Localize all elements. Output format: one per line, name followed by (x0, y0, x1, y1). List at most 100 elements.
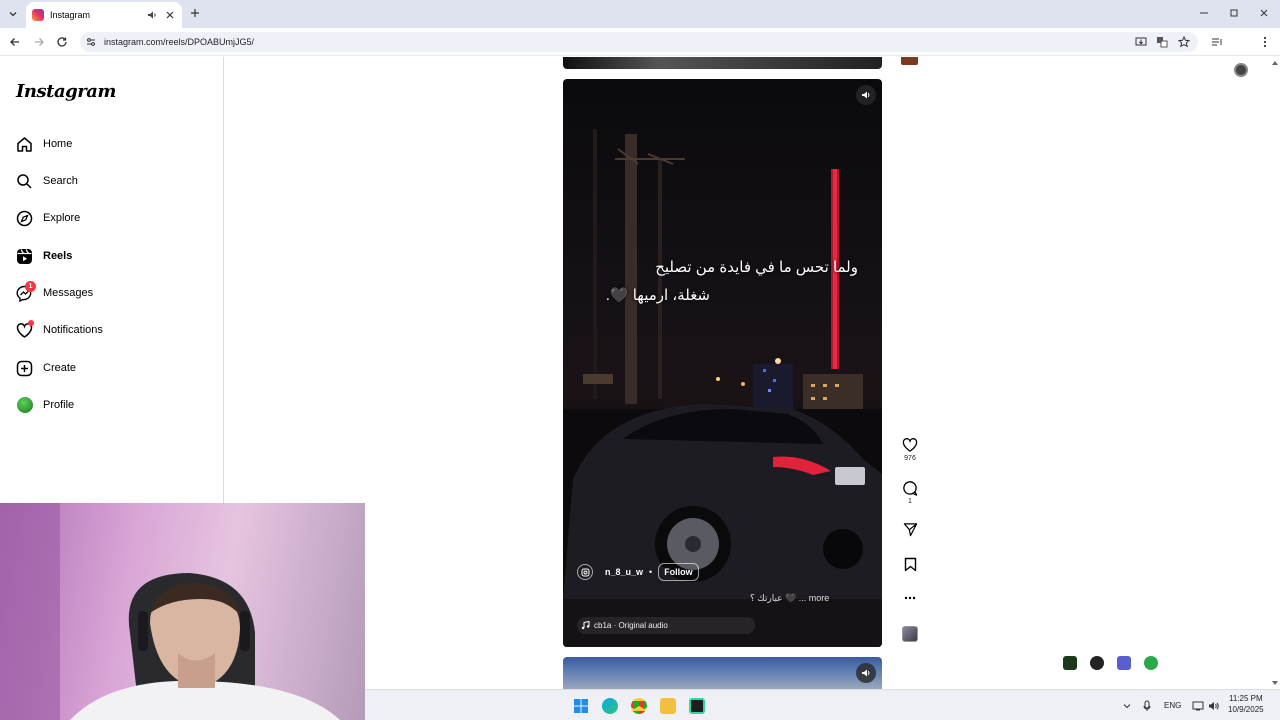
next-reel-volume-icon[interactable] (856, 663, 876, 683)
sidebar-item-label: Notifications (43, 324, 103, 336)
save-action[interactable] (900, 557, 920, 572)
microphone-icon[interactable] (1139, 698, 1155, 714)
sidebar-item-label: Reels (43, 250, 73, 262)
restore-icon[interactable] (1224, 4, 1244, 22)
instagram-logo[interactable]: Instagram (16, 81, 116, 102)
instagram-sidebar: Instagram Home Search Explore Reels 1 Me… (0, 57, 224, 503)
speaker-icon[interactable] (146, 9, 158, 21)
new-tab-icon[interactable] (188, 6, 202, 20)
messenger-icon: 1 (16, 280, 36, 302)
edge-browser-icon[interactable] (602, 698, 618, 714)
audio-label: cb1a · Original audio (594, 621, 668, 630)
close-window-icon[interactable] (1254, 4, 1274, 22)
sidebar-item-label: Messages (43, 287, 94, 299)
more-options-action[interactable] (900, 596, 920, 600)
more-dots-icon[interactable] (904, 596, 916, 600)
webcam-overlay (0, 503, 365, 720)
app-taskbar-icon[interactable] (689, 698, 705, 714)
back-icon[interactable] (8, 35, 22, 49)
owner-username[interactable]: n_8_u_w (605, 567, 643, 577)
like-heart-icon[interactable] (902, 437, 918, 453)
speaker-volume-icon[interactable] (1206, 698, 1222, 714)
url-text: instagram.com/reels/DPOABUmjJG5/ (104, 37, 255, 47)
previous-reel-audio-thumb[interactable] (901, 57, 918, 65)
reel-caption[interactable]: عبارتك ؟ 🖤 ... more (750, 593, 829, 604)
sidebar-item-messages[interactable]: 1 Messages (16, 280, 206, 305)
translate-icon[interactable] (1155, 35, 1169, 49)
sidebar-item-search[interactable]: Search (16, 169, 206, 193)
forward-icon[interactable] (32, 35, 46, 49)
reel-overlay-text-line1: ولما تحس ما في فايدة من تصليح (655, 259, 858, 276)
sidebar-item-home[interactable]: Home (16, 132, 206, 156)
minimize-icon[interactable] (1194, 4, 1214, 22)
sidebar-item-create[interactable]: Create (16, 356, 206, 380)
clock-date: 10/9/2025 (1228, 705, 1264, 714)
music-note-icon (581, 621, 590, 630)
search-icon (16, 173, 33, 190)
comment-icon[interactable] (902, 480, 918, 496)
close-tab-icon[interactable] (164, 9, 176, 21)
share-paper-plane-icon[interactable] (903, 522, 918, 537)
like-count: 976 (904, 455, 916, 462)
clock-time: 11:25 PM (1228, 694, 1263, 703)
notification-dot (28, 319, 34, 326)
steam-tray-icon[interactable] (1090, 656, 1104, 670)
comment-action[interactable]: 1 (900, 480, 920, 505)
owner-separator: • (649, 567, 653, 577)
tray-chevron-icon[interactable] (1119, 698, 1135, 714)
bookmark-star-icon[interactable] (1177, 35, 1191, 49)
reel-owner-row: n_8_u_w • Follow (577, 563, 699, 581)
sidebar-item-label: Home (43, 138, 73, 150)
owner-avatar[interactable] (577, 564, 593, 580)
next-reel-preview[interactable] (563, 657, 882, 689)
comment-count: 1 (908, 498, 912, 505)
site-info-icon[interactable] (86, 37, 96, 47)
audio-thumbnail[interactable] (902, 626, 918, 642)
volume-icon[interactable] (856, 85, 876, 105)
instagram-favicon-icon (32, 9, 44, 21)
taskbar-clock[interactable]: 11:25 PM 10/9/2025 (1228, 693, 1264, 715)
reels-icon (16, 248, 33, 265)
tab-title: Instagram (50, 10, 91, 20)
reading-list-icon[interactable] (1210, 35, 1224, 49)
compass-icon (16, 210, 33, 227)
heart-icon (16, 319, 34, 339)
browser-profile-avatar[interactable] (1234, 63, 1248, 77)
follow-button[interactable]: Follow (658, 563, 699, 581)
address-bar-row: instagram.com/reels/DPOABUmjJG5/ (0, 28, 1280, 77)
browser-tab[interactable]: Instagram (26, 2, 182, 28)
sidebar-item-explore[interactable]: Explore (16, 206, 206, 230)
sidebar-item-reels[interactable]: Reels (16, 244, 206, 268)
webcam-person-image (0, 503, 340, 720)
profile-avatar (16, 397, 33, 414)
install-app-icon[interactable] (1134, 35, 1148, 49)
messages-badge: 1 (25, 280, 36, 292)
nvidia-tray-icon[interactable] (1063, 656, 1077, 670)
network-icon[interactable] (1190, 698, 1206, 714)
page-scrollbar[interactable] (1270, 57, 1280, 689)
teams-tray-icon[interactable] (1117, 656, 1131, 670)
browser-tab-bar: Instagram (0, 0, 1280, 28)
windows-taskbar: ENG (365, 689, 1280, 720)
windows-start-icon[interactable] (573, 698, 589, 714)
reel-video[interactable]: ولما تحس ما في فايدة من تصليح شغلة، ارمي… (563, 79, 882, 647)
sidebar-item-label: Create (43, 362, 77, 374)
language-indicator[interactable]: ENG (1164, 701, 1181, 710)
tab-search-chevron-icon[interactable] (4, 5, 22, 23)
browser-menu-icon[interactable] (1258, 35, 1272, 49)
reload-icon[interactable] (55, 35, 69, 49)
security-tray-icon[interactable] (1144, 656, 1158, 670)
share-action[interactable] (900, 522, 920, 537)
original-audio-link[interactable]: cb1a · Original audio (577, 617, 755, 634)
url-field[interactable]: instagram.com/reels/DPOABUmjJG5/ (80, 32, 1198, 52)
bookmark-icon[interactable] (904, 557, 917, 572)
sidebar-item-notifications[interactable]: Notifications (16, 318, 206, 342)
chrome-browser-icon[interactable] (631, 698, 647, 714)
home-icon (16, 136, 33, 153)
like-action[interactable]: 976 (900, 437, 920, 462)
reel-overlay-text-line2: شغلة، ارميها 🖤. (605, 287, 710, 304)
previous-reel-edge[interactable] (563, 57, 882, 69)
sidebar-item-profile[interactable]: Profile (16, 393, 206, 417)
file-explorer-icon[interactable] (660, 698, 676, 714)
plus-square-icon (16, 360, 33, 377)
